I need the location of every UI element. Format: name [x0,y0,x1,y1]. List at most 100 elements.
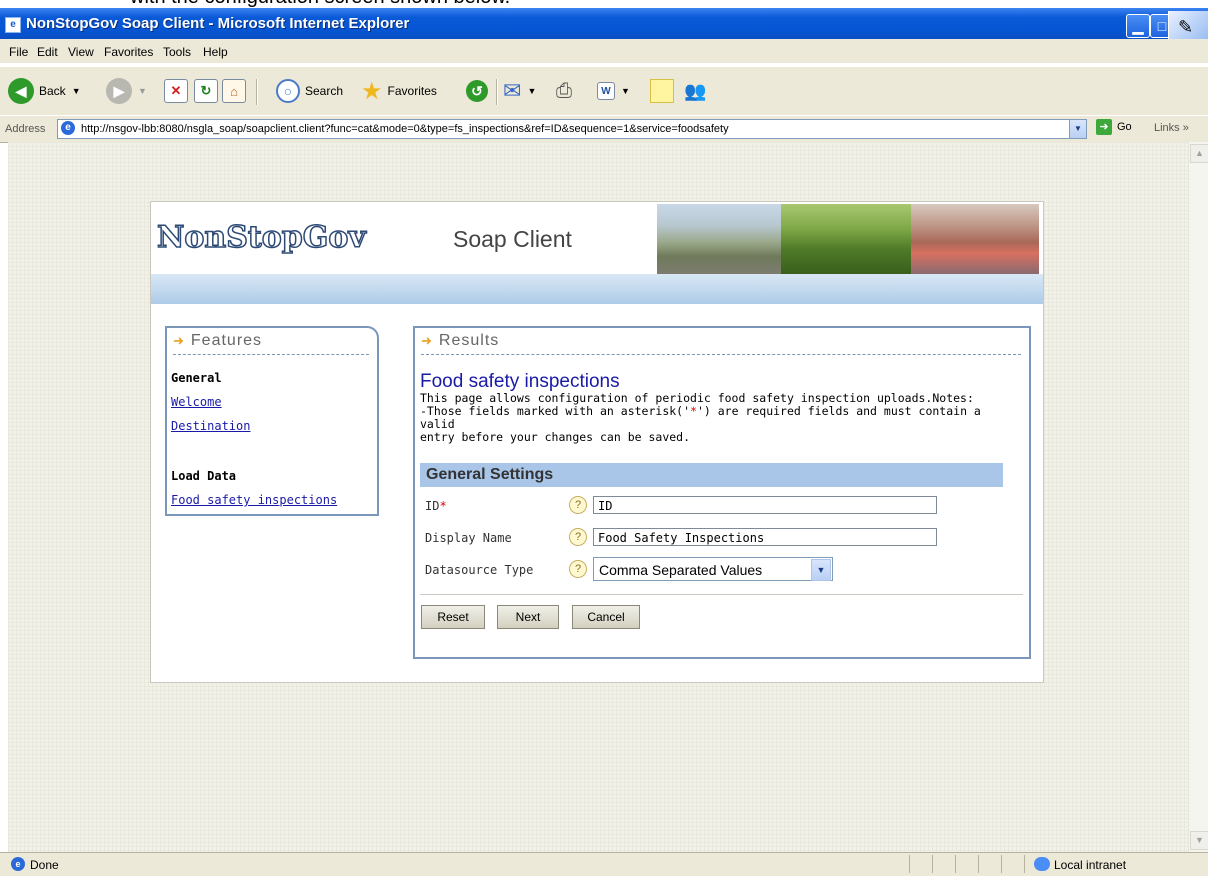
page-title: Food safety inspections [420,371,620,392]
page-header: NonStopGov Soap Client [151,202,1043,274]
menu-favorites[interactable]: Favorites [104,45,153,59]
street-market-photo [911,204,1039,274]
id-label: ID* [425,499,447,513]
reset-button[interactable]: Reset [421,605,485,629]
food-safety-link[interactable]: Food safety inspections [171,493,337,507]
cancel-button[interactable]: Cancel [572,605,640,629]
results-heading-text: Results [438,332,500,349]
page-done-icon: e [11,857,25,871]
menu-view[interactable]: View [68,45,94,59]
word-edit-icon: W [597,82,615,100]
vertical-scrollbar[interactable]: ▲ ▼ [1188,142,1208,852]
display-name-label: Display Name [425,531,512,545]
scroll-down-icon[interactable]: ▼ [1190,831,1208,850]
links-label: Links [1154,122,1180,134]
edit-button[interactable]: W ▼ [597,73,630,109]
datasource-type-label: Datasource Type [425,563,534,577]
back-button[interactable]: ◀ Back ▼ [8,73,81,109]
forward-dropdown-icon: ▼ [138,86,147,96]
address-dropdown-icon[interactable]: ▼ [1069,120,1086,138]
search-label: Search [305,84,344,98]
window-title-bar: e NonStopGov Soap Client - Microsoft Int… [0,8,1208,47]
chevron-down-icon[interactable]: ▼ [811,559,831,581]
page-description: This page allows configuration of period… [420,392,1020,444]
go-label: Go [1117,121,1132,133]
heading-divider [421,354,1021,355]
favorites-button[interactable]: ★ Favorites [361,73,437,109]
links-button[interactable]: Links » [1154,122,1189,134]
id-input[interactable]: ID [593,496,937,514]
mail-icon: ✉ [503,78,522,103]
go-arrow-icon: ➜ [1096,119,1112,135]
arrow-bullet-icon: ➜ [173,333,185,348]
header-band [151,274,1043,304]
features-heading: ➜ Features [173,332,262,350]
destination-link[interactable]: Destination [171,419,250,433]
general-settings-header: General Settings [420,463,1003,487]
back-arrow-icon: ◀ [8,78,34,104]
menu-file[interactable]: File [9,45,28,59]
help-icon[interactable]: ? [569,528,587,546]
help-icon[interactable]: ? [569,496,587,514]
general-heading: General [171,371,222,385]
search-icon: ○ [276,79,300,103]
required-asterisk: * [690,404,697,418]
scroll-up-icon[interactable]: ▲ [1190,144,1208,163]
heading-divider [173,354,369,355]
forward-button[interactable]: ▶ ▼ [106,73,147,109]
address-label: Address [5,123,46,135]
back-dropdown-icon: ▼ [71,86,81,96]
arrow-bullet-icon: ➜ [421,333,433,348]
forward-arrow-icon: ▶ [106,78,132,104]
menu-help[interactable]: Help [203,45,228,59]
status-pane [909,855,910,873]
ie-app-icon: e [5,17,21,33]
stop-icon: ✕ [164,79,188,103]
status-pane [1024,855,1025,873]
next-button[interactable]: Next [497,605,559,629]
mail-button[interactable]: ✉ ▼ [503,73,536,109]
status-text: Done [30,858,59,872]
standard-toolbar: ◀ Back ▼ ▶ ▼ ✕ ↻ ⌂ ○ Search ★ Favorites … [0,66,1208,115]
menu-edit[interactable]: Edit [37,45,58,59]
datasource-type-value: Comma Separated Values [599,562,763,578]
favorites-star-icon: ★ [361,77,383,105]
refresh-button[interactable]: ↻ [194,73,218,109]
discuss-button[interactable] [650,73,674,109]
web-page-container: NonStopGov Soap Client ➜ Features General… [150,201,1044,683]
stop-button[interactable]: ✕ [164,73,188,109]
features-panel: ➜ Features General Welcome Destination Lo… [165,326,379,516]
minimize-button[interactable]: ▁ [1126,14,1150,38]
welcome-link[interactable]: Welcome [171,395,222,409]
park-photo [781,204,911,274]
search-button[interactable]: ○ Search [276,73,343,109]
print-button[interactable]: ⎙ [556,73,572,109]
caption-text: with the configuration screen shown belo… [130,0,510,8]
toolbar-separator [256,79,258,105]
display-name-input[interactable]: Food Safety Inspections [593,528,937,546]
history-icon: ↺ [466,80,488,102]
description-line: -Those fields marked with an asterisk('*… [420,405,1020,431]
address-url[interactable]: http://nsgov-lbb:8080/nsgla_soap/soapcli… [81,123,729,135]
messenger-icon: 👥 [684,80,707,101]
description-line: entry before your changes can be saved. [420,430,691,444]
id-label-text: ID [425,499,440,513]
address-input[interactable]: e http://nsgov-lbb:8080/nsgla_soap/soapc… [57,119,1087,139]
home-button[interactable]: ⌂ [222,73,246,109]
load-data-heading: Load Data [171,469,237,483]
help-icon[interactable]: ? [569,560,587,578]
nonstopgov-logo: NonStopGov [156,219,366,256]
form-divider [420,594,1023,595]
go-button[interactable]: ➜ Go [1096,119,1132,135]
status-pane [932,855,933,873]
page-icon: e [61,121,75,135]
messenger-button[interactable]: 👥 [684,73,706,109]
favorites-label: Favorites [387,84,437,98]
results-panel: ➜ Results Food safety inspections This pa… [413,326,1031,659]
home-icon: ⌂ [222,79,246,103]
history-button[interactable]: ↺ [466,73,488,109]
general-settings-title: General Settings [426,466,554,483]
datasource-type-select[interactable]: Comma Separated Values ▼ [593,557,833,581]
menu-tools[interactable]: Tools [163,45,191,59]
buildings-photo [657,204,781,274]
